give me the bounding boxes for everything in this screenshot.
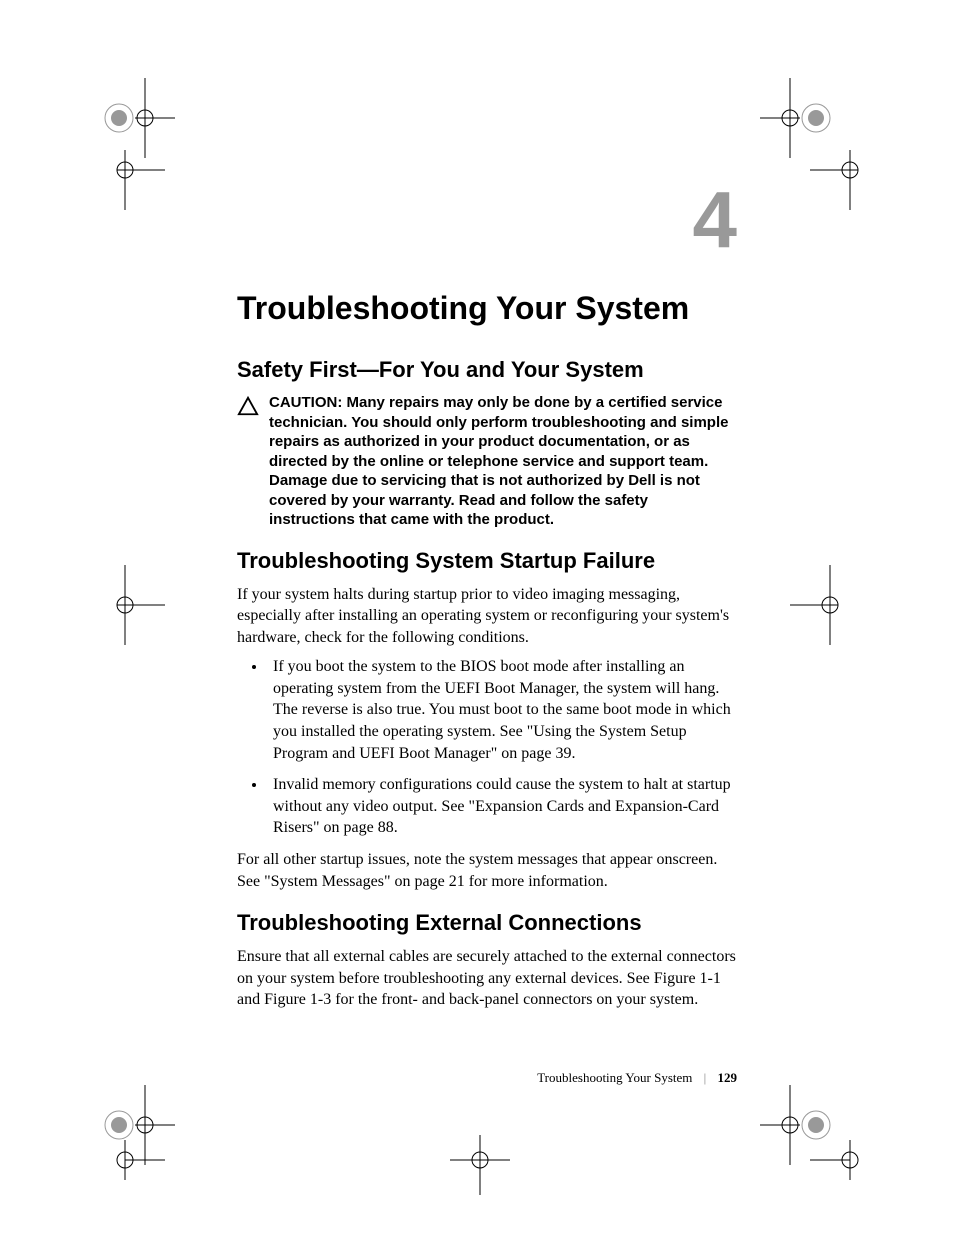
crop-mark-icon: [760, 78, 840, 158]
section-heading-safety: Safety First—For You and Your System: [237, 357, 737, 383]
page-footer: Troubleshooting Your System | 129: [237, 1070, 737, 1086]
crop-mark-icon: [95, 150, 175, 230]
crop-mark-icon: [440, 1135, 520, 1215]
caution-icon: [237, 393, 269, 530]
list-item: If you boot the system to the BIOS boot …: [267, 656, 737, 764]
caution-body: Many repairs may only be done by a certi…: [269, 394, 728, 528]
page-title: Troubleshooting Your System: [237, 290, 737, 327]
page-content: 4 Troubleshooting Your System Safety Fir…: [237, 180, 737, 1019]
crop-mark-icon: [95, 1140, 175, 1220]
footer-title: Troubleshooting Your System: [537, 1070, 692, 1085]
startup-intro: If your system halts during startup prio…: [237, 584, 737, 649]
caution-text: CAUTION: Many repairs may only be done b…: [269, 393, 737, 530]
caution-block: CAUTION: Many repairs may only be done b…: [237, 393, 737, 530]
crop-mark-icon: [95, 78, 175, 158]
list-item: Invalid memory configurations could caus…: [267, 774, 737, 839]
crop-mark-icon: [790, 565, 870, 645]
caution-label: CAUTION:: [269, 394, 347, 411]
section-heading-external: Troubleshooting External Connections: [237, 910, 737, 936]
external-body: Ensure that all external cables are secu…: [237, 946, 737, 1011]
footer-separator: |: [704, 1070, 707, 1085]
crop-mark-icon: [85, 565, 165, 645]
startup-bullet-list: If you boot the system to the BIOS boot …: [237, 656, 737, 839]
crop-mark-icon: [800, 1140, 880, 1220]
startup-outro: For all other startup issues, note the s…: [237, 849, 737, 892]
crop-mark-icon: [800, 150, 880, 230]
chapter-number: 4: [237, 180, 737, 260]
footer-page-number: 129: [718, 1070, 738, 1085]
section-heading-startup: Troubleshooting System Startup Failure: [237, 548, 737, 574]
